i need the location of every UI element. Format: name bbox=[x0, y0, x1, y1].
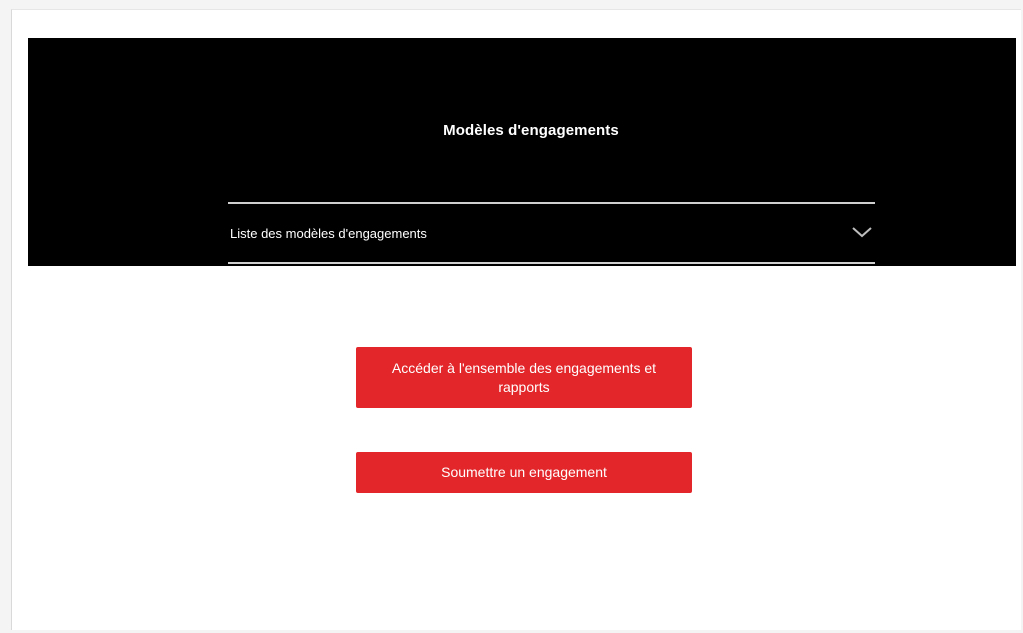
dropdown-label: Liste des modèles d'engagements bbox=[230, 226, 427, 241]
submit-engagement-label: Soumettre un engagement bbox=[441, 464, 607, 480]
access-all-engagements-button[interactable]: Accéder à l'ensemble des engagements et … bbox=[356, 347, 692, 408]
submit-engagement-button[interactable]: Soumettre un engagement bbox=[356, 452, 692, 493]
page: Modèles d'engagements Liste des modèles … bbox=[0, 0, 1023, 633]
page-title: Modèles d'engagements bbox=[443, 122, 619, 139]
access-all-engagements-label: Accéder à l'ensemble des engagements et … bbox=[391, 359, 657, 395]
engagement-models-dropdown[interactable]: Liste des modèles d'engagements bbox=[228, 202, 875, 264]
chevron-down-icon bbox=[852, 227, 872, 238]
header-banner: Modèles d'engagements Liste des modèles … bbox=[28, 38, 1016, 266]
